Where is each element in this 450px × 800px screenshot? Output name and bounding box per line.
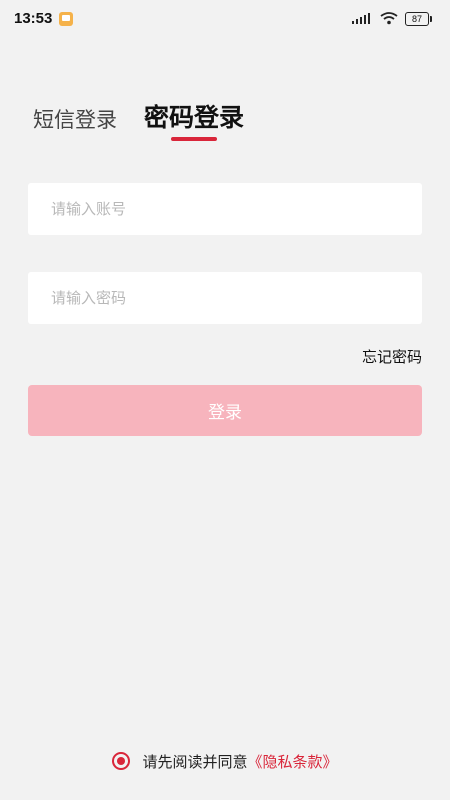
password-input[interactable] — [28, 272, 422, 324]
account-field-container — [28, 183, 422, 235]
forgot-password-link[interactable]: 忘记密码 — [362, 346, 422, 367]
account-input[interactable] — [28, 183, 422, 235]
tab-password-login[interactable]: 密码登录 — [144, 98, 244, 134]
privacy-policy-link[interactable]: 《隐私条款》 — [248, 751, 338, 772]
status-time: 13:53 — [14, 10, 53, 27]
agreement-text: 请先阅读并同意 — [142, 752, 248, 771]
wifi-icon — [380, 12, 398, 25]
active-tab-indicator — [171, 137, 217, 141]
battery-icon: 87 — [405, 12, 432, 26]
signal-icon — [352, 13, 370, 24]
agreement-row: 请先阅读并同意 《隐私条款》 — [0, 750, 450, 772]
notification-icon — [59, 12, 73, 26]
status-bar: 13:53 87 — [0, 0, 450, 38]
login-button[interactable]: 登录 — [28, 385, 422, 436]
password-field-container — [28, 272, 422, 324]
tab-sms-login[interactable]: 短信登录 — [33, 104, 117, 134]
agree-radio-icon[interactable] — [112, 752, 131, 770]
